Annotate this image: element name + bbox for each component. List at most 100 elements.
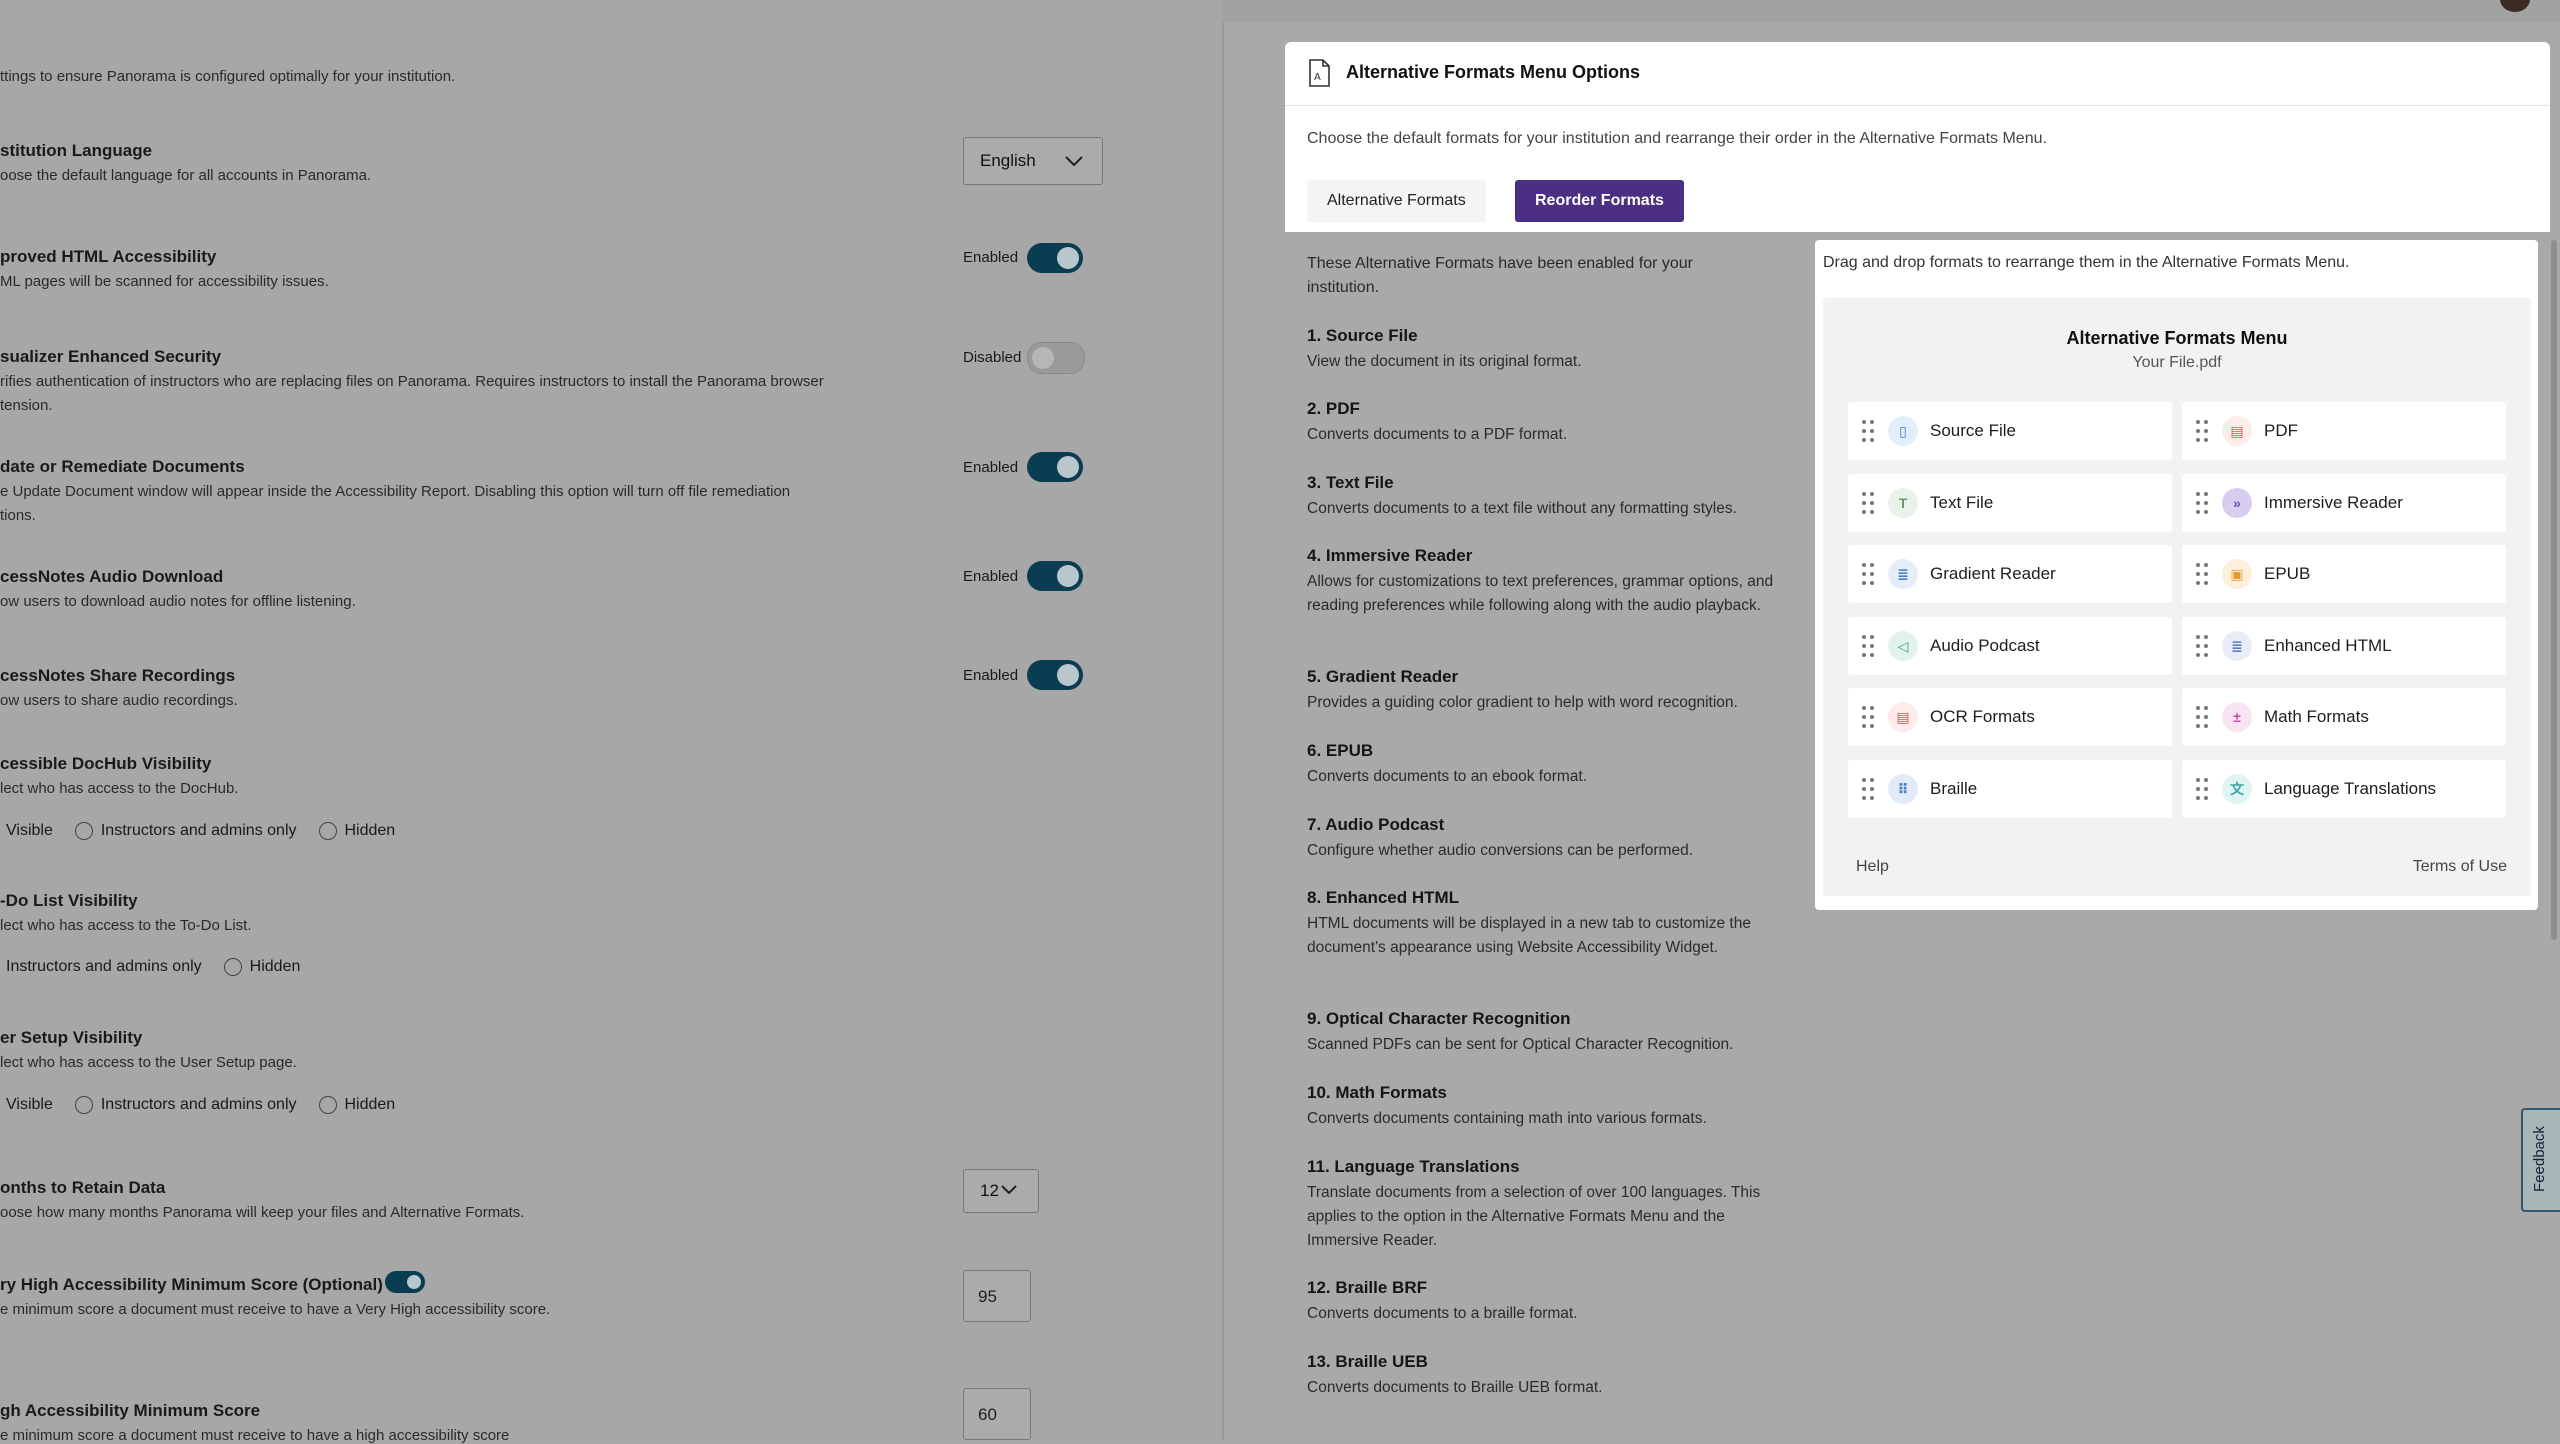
todo-instructors-label[interactable]: Instructors and admins only <box>6 958 202 975</box>
drag-handle-icon[interactable] <box>1862 778 1874 800</box>
format-card[interactable]: ▤ PDF <box>2182 402 2506 460</box>
format-item-desc: Converts documents to Braille UEB format… <box>1307 1379 1603 1396</box>
very-high-score-toggle[interactable] <box>385 1271 425 1293</box>
format-card[interactable]: ◁ Audio Podcast <box>1848 616 2172 675</box>
speaker-icon: ◁ <box>1888 630 1918 661</box>
high-score-input[interactable]: 60 <box>963 1388 1031 1440</box>
format-list-intro: These Alternative Formats have been enab… <box>1307 255 1693 296</box>
format-card[interactable]: ≣ Enhanced HTML <box>2182 616 2506 675</box>
format-item-title: 2. PDF <box>1307 399 1360 418</box>
audio-download-toggle[interactable] <box>1027 561 1083 591</box>
format-item-title: 11. Language Translations <box>1307 1157 1520 1176</box>
retain-data-title: onths to Retain Data <box>0 1178 166 1197</box>
format-item: 12. Braille BRF Converts documents to a b… <box>1307 1278 1787 1326</box>
reorder-hint: Drag and drop formats to rearrange them … <box>1823 254 2350 271</box>
pdf-icon: ▤ <box>2222 416 2252 446</box>
drag-handle-icon[interactable] <box>1862 634 1874 657</box>
format-card-label: Math Formats <box>2264 707 2369 727</box>
format-card[interactable]: ▣ EPUB <box>2182 545 2506 604</box>
user-setup-instructors-label[interactable]: Instructors and admins only <box>101 1096 297 1113</box>
visualizer-security-title: sualizer Enhanced Security <box>0 347 222 366</box>
format-item: 11. Language Translations Translate docum… <box>1307 1157 1787 1253</box>
html-accessibility-desc: ML pages will be scanned for accessibili… <box>0 273 329 290</box>
html-accessibility-toggle[interactable] <box>1027 243 1083 273</box>
format-item: 5. Gradient Reader Provides a guiding col… <box>1307 667 1787 715</box>
drag-handle-icon[interactable] <box>1862 420 1874 442</box>
dochub-visibility-title: cessible DocHub Visibility <box>0 754 212 773</box>
format-card[interactable]: ± Math Formats <box>2182 688 2506 747</box>
drag-handle-icon[interactable] <box>1862 491 1874 514</box>
format-item: 2. PDF Converts documents to a PDF format… <box>1307 399 1787 447</box>
drag-handle-icon[interactable] <box>2196 634 2208 657</box>
user-setup-visibility-title: er Setup Visibility <box>0 1028 143 1047</box>
language-select-value: English <box>980 151 1036 170</box>
format-card[interactable]: T Text File <box>1848 473 2172 532</box>
user-setup-hidden-radio[interactable] <box>318 1096 337 1114</box>
share-recordings-status: Enabled <box>963 667 1019 684</box>
format-item: 9. Optical Character Recognition Scanned … <box>1307 1009 1787 1057</box>
drag-handle-icon[interactable] <box>2196 778 2208 800</box>
format-card[interactable]: » Immersive Reader <box>2182 473 2506 532</box>
modal-description: Choose the default formats for your inst… <box>1307 130 2047 147</box>
format-item-title: 3. Text File <box>1307 473 1394 492</box>
format-card[interactable]: ▤ OCR Formats <box>1848 688 2172 747</box>
format-item-desc: Scanned PDFs can be sent for Optical Cha… <box>1307 1036 1734 1053</box>
format-card-label: Source File <box>1930 421 2016 440</box>
scrollbar[interactable] <box>2551 240 2557 940</box>
html-accessibility-title: proved HTML Accessibility <box>0 247 217 266</box>
format-item-desc: Converts documents to a PDF format. <box>1307 426 1568 443</box>
drag-handle-icon[interactable] <box>2196 563 2208 586</box>
user-setup-visible-label[interactable]: Visible <box>6 1096 53 1113</box>
share-recordings-toggle[interactable] <box>1027 660 1083 690</box>
retain-months-select[interactable]: 12 <box>963 1169 1039 1213</box>
drag-handle-icon[interactable] <box>2196 706 2208 729</box>
very-high-score-input[interactable]: 95 <box>963 1270 1031 1322</box>
tab-reorder-formats[interactable]: Reorder Formats <box>1515 180 1684 222</box>
drag-handle-icon[interactable] <box>1862 563 1874 586</box>
update-remediate-toggle[interactable] <box>1027 452 1083 482</box>
drag-handle-icon[interactable] <box>2196 491 2208 514</box>
dochub-hidden-label[interactable]: Hidden <box>345 822 396 839</box>
format-card[interactable]: ≣ Gradient Reader <box>1848 545 2172 604</box>
feedback-tab[interactable]: Feedback <box>2521 1108 2560 1212</box>
format-item-desc: Converts documents containing math into … <box>1307 1110 1707 1127</box>
todo-hidden-radio[interactable] <box>223 958 242 976</box>
dochub-visible-label[interactable]: Visible <box>6 822 53 839</box>
format-item-desc: Allows for customizations to text prefer… <box>1307 573 1774 614</box>
dochub-hidden-radio[interactable] <box>318 822 337 840</box>
user-setup-hidden-label[interactable]: Hidden <box>345 1096 396 1113</box>
format-item: 6. EPUB Converts documents to an ebook fo… <box>1307 741 1787 789</box>
alternative-formats-menu-preview: Alternative Formats Menu Your File.pdf ▯… <box>1823 298 2531 896</box>
todo-visibility-title: -Do List Visibility <box>0 891 138 910</box>
help-link[interactable]: Help <box>1856 858 1889 876</box>
dochub-visibility-desc: lect who has access to the DocHub. <box>0 780 239 797</box>
drag-handle-icon[interactable] <box>2196 420 2208 442</box>
format-item: 4. Immersive Reader Allows for customizat… <box>1307 546 1787 618</box>
modal-title: Alternative Formats Menu Options <box>1346 62 1641 82</box>
visualizer-security-toggle[interactable] <box>1027 342 1085 374</box>
format-card-label: Language Translations <box>2264 779 2437 798</box>
dochub-instructors-radio[interactable] <box>74 822 93 840</box>
language-select[interactable]: English <box>963 137 1103 185</box>
visualizer-security-status: Disabled <box>963 349 1022 366</box>
format-card[interactable]: ⠿ Braille <box>1848 760 2172 818</box>
institution-language-desc: oose the default language for all accoun… <box>0 167 372 184</box>
format-item-desc: Configure whether audio conversions can … <box>1307 842 1694 859</box>
terms-of-use-link[interactable]: Terms of Use <box>2413 858 2507 876</box>
tab-alternative-formats[interactable]: Alternative Formats <box>1307 180 1486 222</box>
format-item-desc: HTML documents will be displayed in a ne… <box>1307 915 1751 956</box>
drag-handle-icon[interactable] <box>1862 706 1874 729</box>
format-card-label: Audio Podcast <box>1930 635 2040 655</box>
user-setup-instructors-radio[interactable] <box>74 1096 93 1114</box>
modal-title-row: A Alternative Formats Menu Options <box>1285 42 2550 106</box>
format-card[interactable]: ▯ Source File <box>1848 402 2172 460</box>
format-item-title: 12. Braille BRF <box>1307 1278 1427 1297</box>
dochub-instructors-label[interactable]: Instructors and admins only <box>101 822 297 839</box>
format-item-title: 8. Enhanced HTML <box>1307 888 1460 907</box>
format-item: 1. Source File View the document in its o… <box>1307 326 1787 374</box>
format-item-title: 7. Audio Podcast <box>1307 815 1445 834</box>
todo-hidden-label[interactable]: Hidden <box>250 958 301 975</box>
settings-panel: ttings to ensure Panorama is configured … <box>0 0 1222 1444</box>
format-card[interactable]: 文 Language Translations <box>2182 760 2506 818</box>
format-item-title: 4. Immersive Reader <box>1307 546 1473 565</box>
